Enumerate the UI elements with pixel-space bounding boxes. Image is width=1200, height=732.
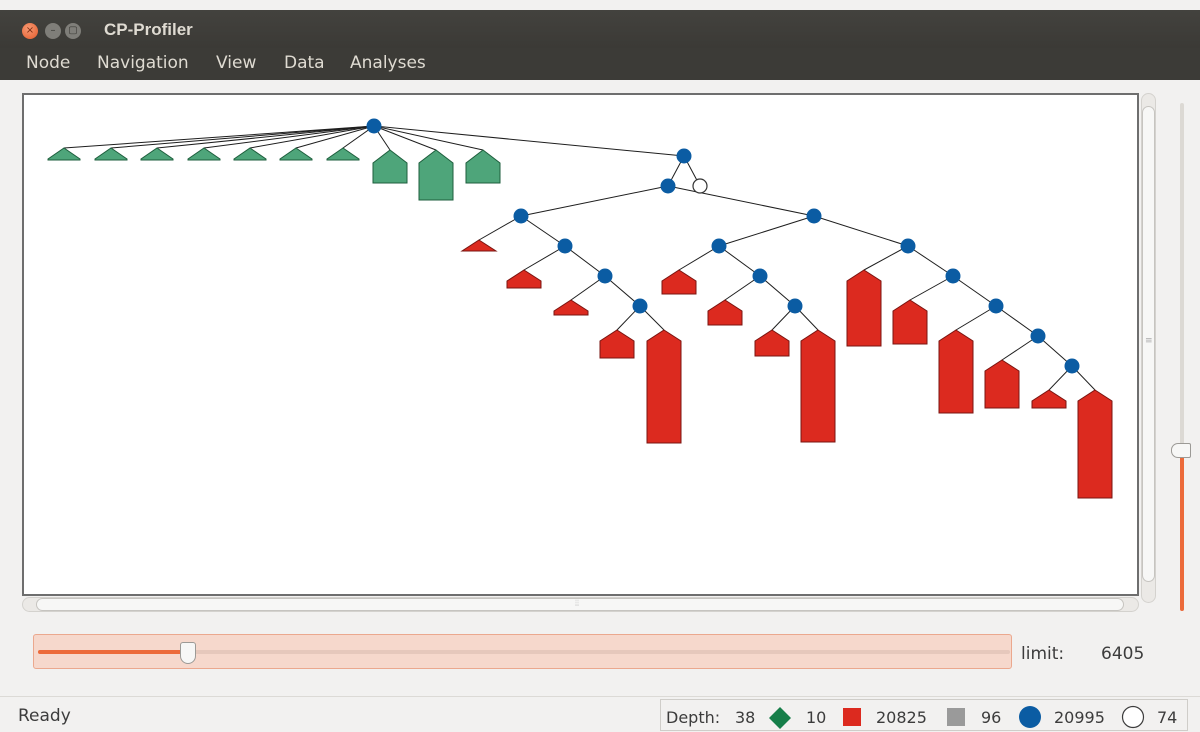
tree-edge[interactable] <box>520 185 669 217</box>
depth-limit-slider-handle[interactable] <box>180 642 196 664</box>
failed-subtree[interactable] <box>506 269 542 289</box>
solution-subtree[interactable] <box>47 147 81 161</box>
failed-subtree[interactable] <box>599 329 635 359</box>
tree-edge[interactable] <box>952 275 997 307</box>
limit-value: 6405 <box>1101 644 1145 664</box>
tree-edge[interactable] <box>63 125 375 149</box>
branch-node[interactable] <box>900 238 916 254</box>
zoom-slider-handle[interactable] <box>1171 443 1191 458</box>
white-circle-icon <box>1121 705 1145 729</box>
branch-count: 20995 <box>1054 708 1105 727</box>
close-icon[interactable]: × <box>22 23 38 39</box>
search-tree[interactable] <box>24 95 1137 594</box>
tree-edge[interactable] <box>373 125 685 157</box>
branch-node[interactable] <box>711 238 727 254</box>
solution-subtree[interactable] <box>326 147 360 161</box>
skipped-count: 96 <box>981 708 1002 727</box>
blue-circle-icon <box>1019 706 1041 728</box>
title-bar: × – ▢ CP-Profiler <box>0 10 1200 48</box>
failed-subtree[interactable] <box>553 299 589 316</box>
branch-node[interactable] <box>557 238 573 254</box>
tree-edge[interactable] <box>520 215 566 247</box>
solution-subtree[interactable] <box>418 149 454 201</box>
limit-label: limit: <box>1021 644 1065 664</box>
depth-label: Depth: <box>666 708 721 727</box>
maximize-icon[interactable]: ▢ <box>65 23 81 39</box>
branch-node[interactable] <box>1064 358 1080 374</box>
undetermined-count: 74 <box>1157 708 1178 727</box>
tree-edge[interactable] <box>156 125 375 149</box>
tree-edge[interactable] <box>667 185 815 217</box>
tree-edge[interactable] <box>995 305 1039 337</box>
tree-edge[interactable] <box>718 245 761 277</box>
branch-node[interactable] <box>513 208 529 224</box>
branch-node[interactable] <box>752 268 768 284</box>
tree-edge[interactable] <box>373 125 484 151</box>
failed-subtree[interactable] <box>646 329 682 444</box>
horizontal-scrollbar-thumb[interactable] <box>36 598 1124 611</box>
tree-edge[interactable] <box>863 245 909 271</box>
branch-node[interactable] <box>945 268 961 284</box>
tree-nodes <box>47 118 1113 499</box>
status-text: Ready <box>18 706 71 726</box>
solution-subtree[interactable] <box>279 147 313 161</box>
failed-subtree[interactable] <box>892 299 928 345</box>
window-title: CP-Profiler <box>104 20 193 39</box>
solution-subtree[interactable] <box>372 149 408 184</box>
branch-node[interactable] <box>597 268 613 284</box>
solution-subtree[interactable] <box>233 147 267 161</box>
failed-subtree[interactable] <box>754 329 790 357</box>
branch-node[interactable] <box>676 148 692 164</box>
depth-limit-slider-fill <box>38 650 188 654</box>
branch-node[interactable] <box>787 298 803 314</box>
menu-navigation[interactable]: Navigation <box>97 53 189 73</box>
grip-icon: ⦙⦙ <box>575 599 580 609</box>
green-diamond-icon <box>769 707 791 729</box>
zoom-slider-fill <box>1180 452 1184 611</box>
failed-subtree[interactable] <box>661 269 697 295</box>
gray-square-icon <box>947 708 965 726</box>
failed-count: 20825 <box>876 708 927 727</box>
depth-value: 38 <box>735 708 756 727</box>
branch-node[interactable] <box>366 118 382 134</box>
failed-subtree[interactable] <box>1031 389 1067 409</box>
solution-subtree[interactable] <box>140 147 174 161</box>
branch-node[interactable] <box>1030 328 1046 344</box>
failed-subtree[interactable] <box>1077 389 1113 499</box>
branch-node[interactable] <box>806 208 822 224</box>
branch-node[interactable] <box>660 178 676 194</box>
menu-node[interactable]: Node <box>26 53 70 73</box>
grip-icon: ≡ <box>1145 336 1153 346</box>
menu-analyses[interactable]: Analyses <box>350 53 426 73</box>
menu-view[interactable]: View <box>216 53 256 73</box>
failed-subtree[interactable] <box>938 329 974 414</box>
failed-subtree[interactable] <box>846 269 882 347</box>
failed-subtree[interactable] <box>984 359 1020 409</box>
tree-edge[interactable] <box>718 215 815 247</box>
solution-subtree[interactable] <box>187 147 221 161</box>
menu-data[interactable]: Data <box>284 53 325 73</box>
minimize-icon[interactable]: – <box>45 23 61 39</box>
solution-subtree[interactable] <box>465 149 501 184</box>
failed-subtree[interactable] <box>707 299 743 326</box>
tree-edge[interactable] <box>813 215 909 247</box>
failed-subtree[interactable] <box>800 329 836 443</box>
failed-subtree[interactable] <box>460 239 498 252</box>
solved-count: 10 <box>806 708 827 727</box>
solution-subtree[interactable] <box>94 147 128 161</box>
search-tree-canvas[interactable] <box>22 93 1139 596</box>
tree-edge[interactable] <box>907 245 954 277</box>
branch-node[interactable] <box>988 298 1004 314</box>
menu-bar: Node Navigation View Data Analyses <box>0 48 1200 80</box>
red-square-icon <box>843 708 861 726</box>
branch-node[interactable] <box>632 298 648 314</box>
undetermined-node[interactable] <box>692 178 708 194</box>
